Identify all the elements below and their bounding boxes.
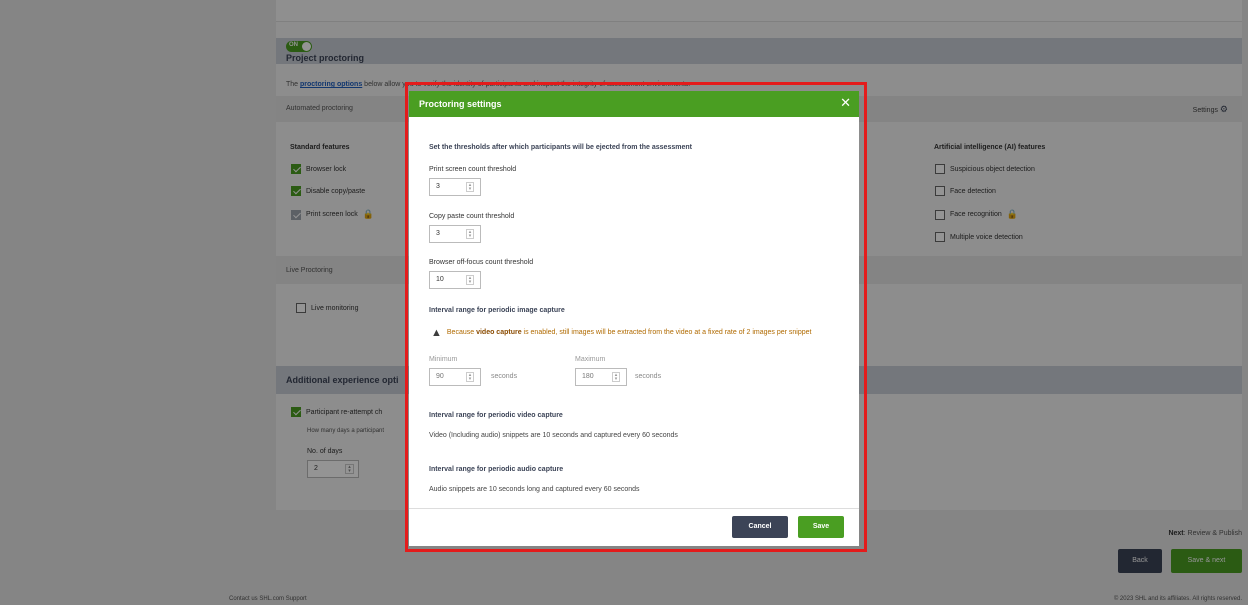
off-focus-threshold-label: Browser off-focus count threshold — [429, 259, 534, 266]
dialog-header: Proctoring settings ✕ — [409, 91, 859, 117]
cancel-button[interactable]: Cancel — [732, 516, 788, 538]
minimum-unit: seconds — [491, 373, 518, 380]
audio-capture-note: Audio snippets are 10 seconds long and c… — [429, 486, 640, 493]
warning-suffix: is enabled, still images will be extract… — [521, 329, 812, 336]
stepper-arrows-icon[interactable]: ▴ ▾ — [466, 275, 474, 285]
maximum-value: 180 — [582, 373, 594, 380]
warning-prefix: Because — [446, 329, 477, 336]
video-capture-warning: ▲ Because video capture is enabled, stil… — [431, 327, 841, 339]
maximum-interval-input[interactable]: 180 ▴ ▾ — [575, 368, 627, 386]
maximum-unit: seconds — [635, 373, 662, 380]
warning-bold: video capture — [476, 329, 522, 336]
proctoring-settings-dialog: Proctoring settings ✕ Set the thresholds… — [409, 91, 859, 546]
audio-capture-heading: Interval range for periodic audio captur… — [429, 466, 564, 473]
minimum-label: Minimum — [429, 356, 458, 363]
minimum-interval-input[interactable]: 90 ▴ ▾ — [429, 368, 481, 386]
save-button[interactable]: Save — [798, 516, 844, 538]
stepper-arrows-icon[interactable]: ▴ ▾ — [466, 372, 474, 382]
minimum-value: 90 — [436, 373, 444, 380]
thresholds-heading: Set the thresholds after which participa… — [429, 144, 692, 151]
dialog-title: Proctoring settings — [419, 99, 502, 109]
stepper-arrows-icon[interactable]: ▴ ▾ — [612, 372, 620, 382]
print-screen-threshold-label: Print screen count threshold — [429, 166, 517, 173]
maximum-label: Maximum — [575, 356, 606, 363]
image-capture-heading: Interval range for periodic image captur… — [429, 307, 565, 314]
dialog-divider — [409, 508, 859, 509]
close-icon[interactable]: ✕ — [840, 96, 851, 110]
stepper-arrows-icon[interactable]: ▴ ▾ — [466, 182, 474, 192]
warning-text: Because video capture is enabled, still … — [447, 328, 812, 338]
copy-paste-threshold-input[interactable]: 3 ▴ ▾ — [429, 225, 481, 243]
off-focus-threshold-input[interactable]: 10 ▴ ▾ — [429, 271, 481, 289]
print-screen-threshold-input[interactable]: 3 ▴ ▾ — [429, 178, 481, 196]
copy-paste-threshold-label: Copy paste count threshold — [429, 213, 515, 220]
off-focus-threshold-value: 10 — [436, 276, 444, 283]
copy-paste-threshold-value: 3 — [436, 230, 440, 237]
print-screen-threshold-value: 3 — [436, 183, 440, 190]
warning-icon: ▲ — [431, 327, 442, 339]
stepper-arrows-icon[interactable]: ▴ ▾ — [466, 229, 474, 239]
video-capture-heading: Interval range for periodic video captur… — [429, 412, 563, 419]
video-capture-note: Video (Including audio) snippets are 10 … — [429, 432, 678, 439]
